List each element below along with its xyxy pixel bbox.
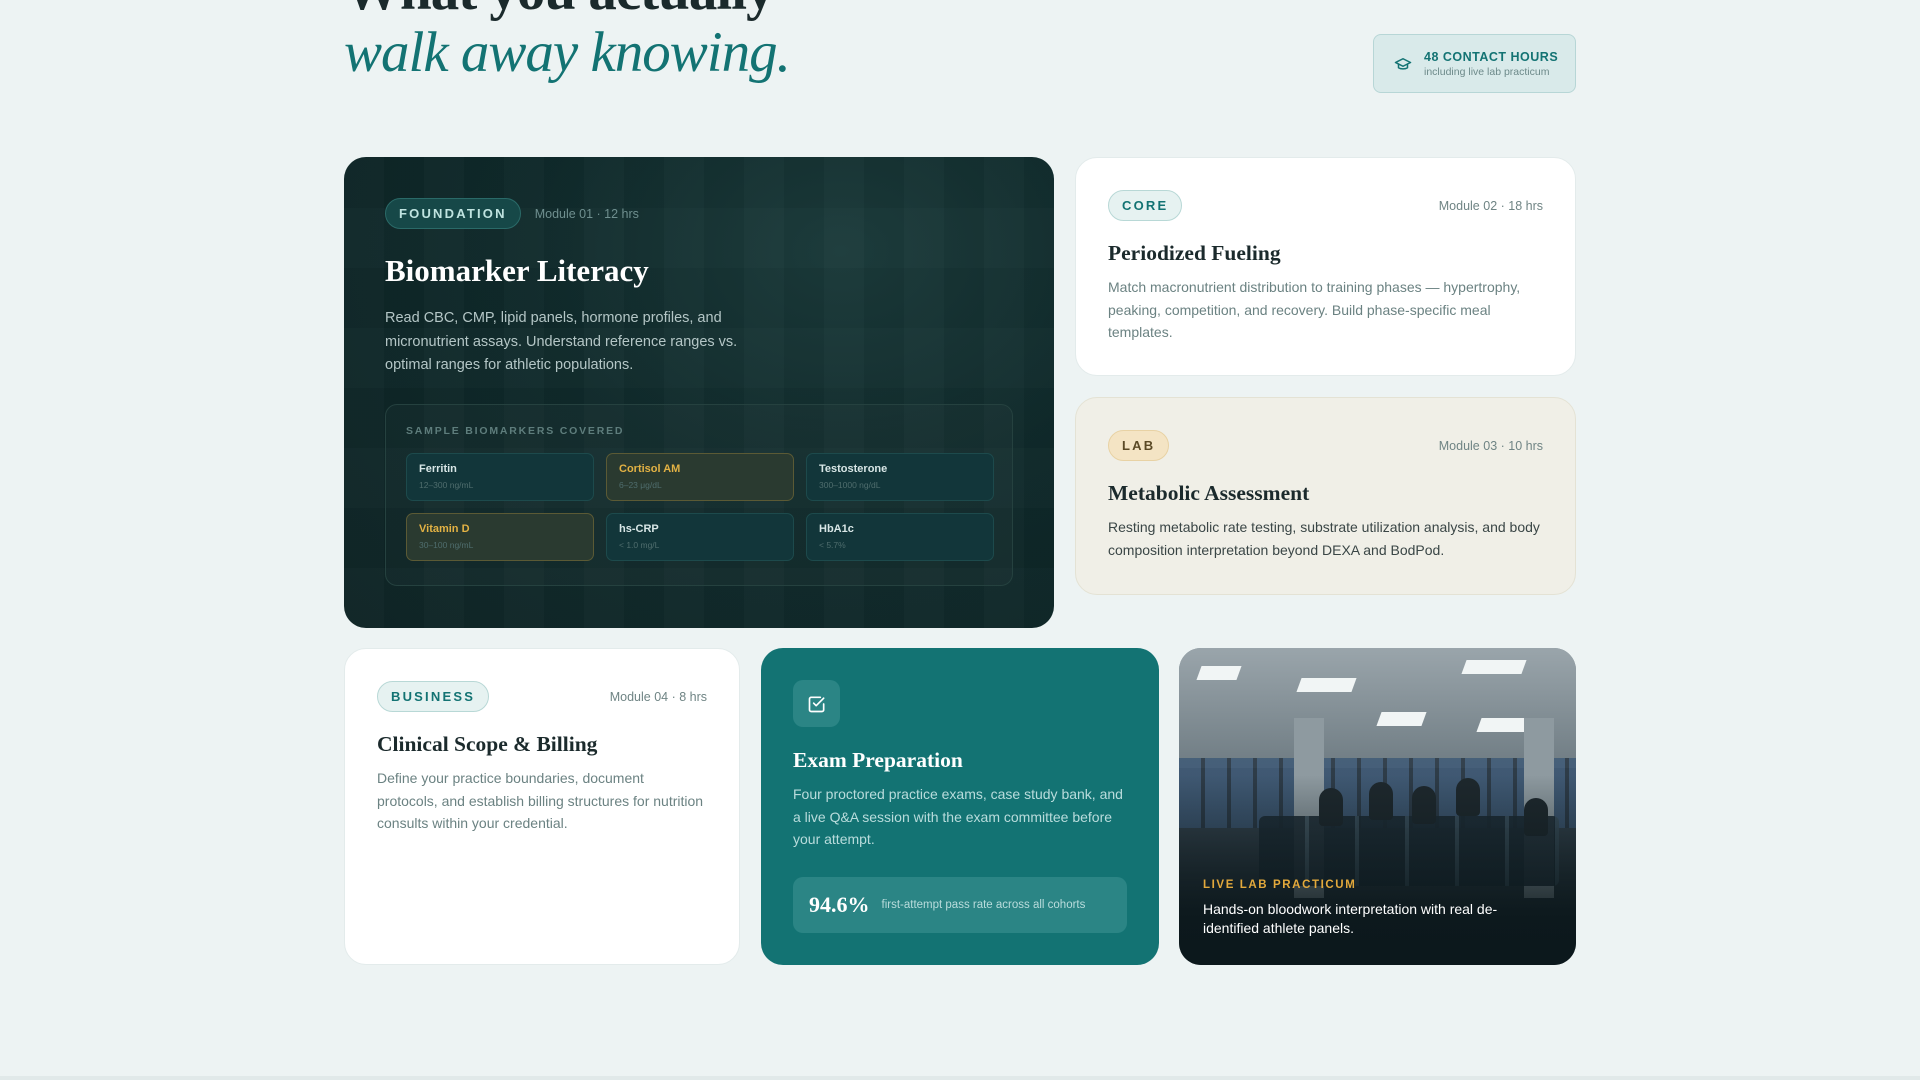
module-card-business[interactable]: BUSINESS Module 04 · 8 hrs Clinical Scop… [344, 648, 740, 965]
biomarker-range: < 5.7% [819, 540, 846, 550]
module-description: Define your practice boundaries, documen… [377, 770, 704, 831]
graduation-cap-icon [1394, 57, 1412, 70]
module-title: Metabolic Assessment [1108, 481, 1310, 505]
contact-hours-subtitle: including live lab practicum [1424, 65, 1550, 78]
checkbox-icon [793, 680, 840, 727]
module-meta: Module 01 · 12 hrs [534, 206, 639, 221]
pass-rate-value: 94.6% [809, 892, 870, 917]
biomarker-panel-title: SAMPLE BIOMARKERS COVERED [406, 425, 625, 437]
contact-hours-title: 48 CONTACT HOURS [1424, 49, 1559, 64]
module-title: Biomarker Literacy [385, 253, 649, 288]
biomarker-item: Ferritin 12–300 ng/mL [406, 453, 594, 501]
module-card-lab[interactable]: LAB Module 03 · 10 hrs Metabolic Assessm… [1075, 397, 1576, 595]
module-badge: CORE [1108, 190, 1183, 221]
module-description: Read CBC, CMP, lipid panels, hormone pro… [385, 310, 738, 373]
module-title: Periodized Fueling [1108, 241, 1281, 265]
biomarker-range: 6–23 μg/dL [619, 480, 662, 490]
biomarker-range: 300–1000 ng/dL [819, 480, 881, 490]
biomarker-panel: SAMPLE BIOMARKERS COVERED Ferritin 12–30… [385, 404, 1013, 586]
biomarker-name: Cortisol AM [619, 463, 681, 475]
biomarker-item: HbA1c < 5.7% [806, 513, 994, 561]
biomarker-name: Ferritin [419, 463, 457, 475]
module-badge: BUSINESS [377, 681, 490, 712]
module-card-core[interactable]: CORE Module 02 · 18 hrs Periodized Fueli… [1075, 157, 1576, 376]
biomarker-name: hs-CRP [619, 523, 659, 535]
section-divider [0, 1076, 1920, 1080]
contact-hours-badge: 48 CONTACT HOURS including live lab prac… [1373, 34, 1576, 93]
biomarker-name: Vitamin D [419, 523, 470, 535]
heading-line-1: What you actually [344, 0, 790, 22]
biomarker-item: Cortisol AM 6–23 μg/dL [606, 453, 794, 501]
biomarker-item: Testosterone 300–1000 ng/dL [806, 453, 994, 501]
module-card-foundation[interactable]: FOUNDATION Module 01 · 12 hrs Biomarker … [344, 157, 1054, 628]
biomarker-range: < 1.0 mg/L [619, 540, 660, 550]
pass-rate-label: first-attempt pass rate across all cohor… [881, 899, 1086, 911]
module-badge: LAB [1108, 430, 1170, 461]
biomarker-item: Vitamin D 30–100 ng/mL [406, 513, 594, 561]
section-heading: What you actually walk away knowing. [344, 0, 791, 84]
module-title: Clinical Scope & Billing [377, 732, 598, 756]
lab-practicum-photo-card[interactable]: LIVE LAB PRACTICUM Hands-on bloodwork in… [1179, 648, 1576, 965]
biomarker-name: Testosterone [819, 463, 888, 475]
module-description: Resting metabolic rate testing, substrat… [1108, 519, 1540, 558]
photo-kicker: LIVE LAB PRACTICUM [1203, 879, 1357, 891]
module-meta: Module 03 · 10 hrs [1438, 438, 1543, 453]
biomarker-grid: Ferritin 12–300 ng/mL Cortisol AM 6–23 μ… [406, 453, 994, 561]
exam-title: Exam Preparation [793, 748, 963, 772]
biomarker-item: hs-CRP < 1.0 mg/L [606, 513, 794, 561]
pass-rate-stat: 94.6% first-attempt pass rate across all… [793, 877, 1127, 933]
module-description: Match macronutrient distribution to trai… [1108, 279, 1521, 340]
heading-line-2: walk away knowing. [344, 21, 791, 84]
biomarker-range: 30–100 ng/mL [419, 540, 474, 550]
biomarker-range: 12–300 ng/mL [419, 480, 474, 490]
exam-description: Four proctored practice exams, case stud… [793, 786, 1123, 847]
photo-caption-text: Hands-on bloodwork interpretation with r… [1203, 901, 1498, 936]
exam-preparation-card[interactable]: Exam Preparation Four proctored practice… [761, 648, 1159, 965]
photo-caption: LIVE LAB PRACTICUM Hands-on bloodwork in… [1203, 879, 1552, 938]
module-meta: Module 02 · 18 hrs [1438, 198, 1543, 213]
module-badge: FOUNDATION [385, 198, 521, 229]
module-meta: Module 04 · 8 hrs [609, 689, 707, 704]
biomarker-name: HbA1c [819, 523, 854, 535]
